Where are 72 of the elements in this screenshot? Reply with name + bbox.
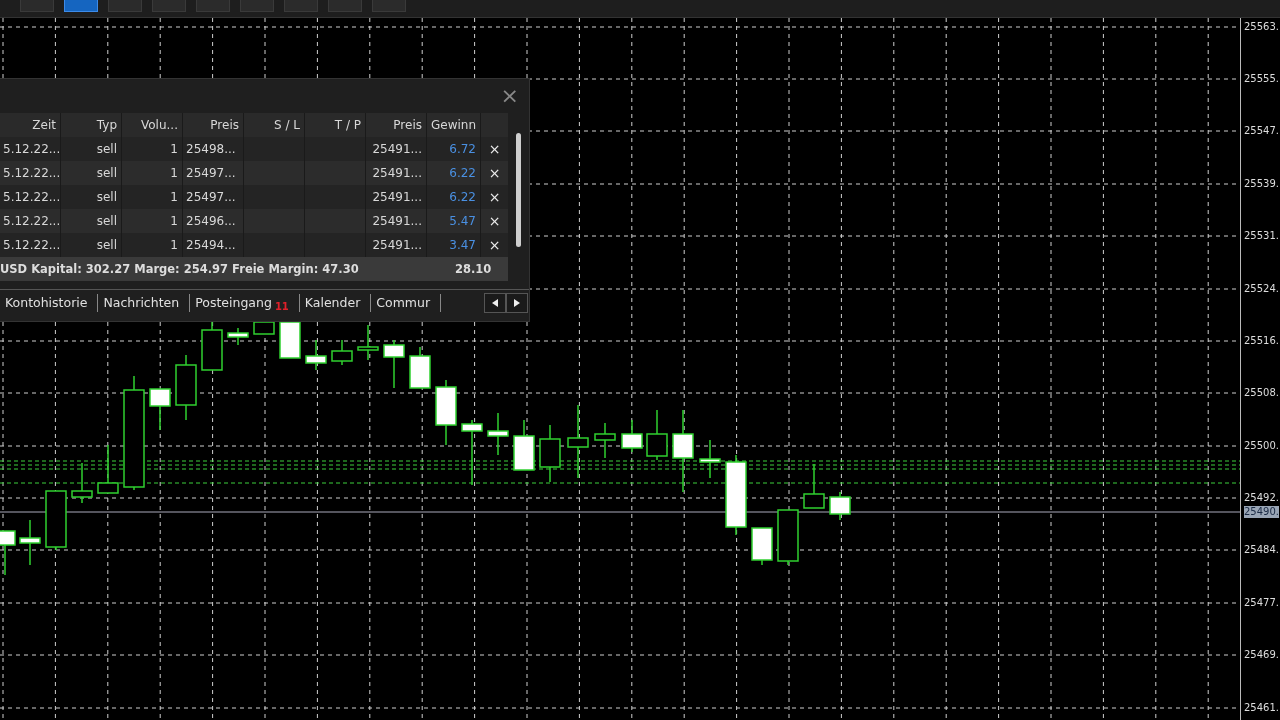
candle [539,424,561,483]
timeframe-button[interactable] [152,0,186,12]
candle [149,388,171,431]
price-label: 25516. [1244,335,1279,347]
panel-tab[interactable]: Posteingang 11 [190,293,300,312]
candle [71,462,93,504]
timeframe-button[interactable] [196,0,230,12]
price-label: 25500. [1244,440,1279,452]
candle [279,321,301,359]
panel-tab[interactable]: Commur [371,293,442,312]
candle [829,491,851,521]
candle [331,339,353,366]
price-label: 25547. [1244,125,1279,137]
close-position-button[interactable]: × [481,185,508,209]
price-label: 25555. [1244,73,1279,85]
unread-count: 11 [274,301,289,312]
right-triangle-icon [514,298,520,307]
timeframe-button[interactable] [64,0,98,12]
candle [435,379,457,446]
price-label: 25469. [1244,649,1279,661]
panel-tab[interactable]: Kontohistorie [0,293,99,312]
price-label: 25563. [1244,21,1279,33]
left-triangle-icon [492,298,498,307]
price-label: 25461. [1244,702,1279,714]
candle [409,346,431,389]
close-button[interactable]: × [500,86,519,106]
candle [621,419,643,453]
price-label: 25508. [1244,387,1279,399]
candle [45,490,67,551]
price-label: 25539. [1244,178,1279,190]
candle [699,439,721,479]
close-position-button[interactable]: × [481,137,508,161]
total-profit: 28.10 [455,262,492,276]
candle [305,339,327,371]
candle [487,412,509,456]
price-label: 25484. [1244,544,1279,556]
close-position-button[interactable]: × [481,161,508,185]
panel-tab[interactable]: Nachrichten [98,293,191,312]
candle [803,463,825,509]
candle [594,422,616,459]
candle [253,321,275,335]
scrollbar-thumb[interactable] [516,133,521,247]
candle [646,409,668,461]
price-label: 25531. [1244,230,1279,242]
candle [19,519,41,566]
timeframe-button[interactable] [328,0,362,12]
close-position-button[interactable]: × [481,233,508,257]
candle [461,419,483,486]
timeframe-button[interactable] [20,0,54,12]
candle [0,530,16,576]
candle [97,444,119,494]
candle [227,327,249,346]
candle [175,354,197,421]
candle [201,319,223,371]
candle [513,419,535,471]
timeframe-button[interactable] [240,0,274,12]
timeframe-button[interactable] [372,0,406,12]
scroll-left-button[interactable] [484,292,506,313]
account-summary: USD Kapital: 302.27 Marge: 254.97 Freie Margin: 47.30 [0,262,360,276]
candle [357,324,379,361]
timeframe-button[interactable] [284,0,318,12]
close-position-button[interactable]: × [481,209,508,233]
scroll-right-button[interactable] [506,292,528,313]
candle [751,527,773,566]
candle [777,509,799,566]
price-label: 25524. [1244,283,1279,295]
panel-tab[interactable]: Kalender [299,293,372,312]
timeframe-button[interactable] [108,0,142,12]
price-label: 25477. [1244,597,1279,609]
current-price-label: 25490. [1244,506,1279,518]
candle [383,339,405,389]
price-label: 25492. [1244,492,1279,504]
